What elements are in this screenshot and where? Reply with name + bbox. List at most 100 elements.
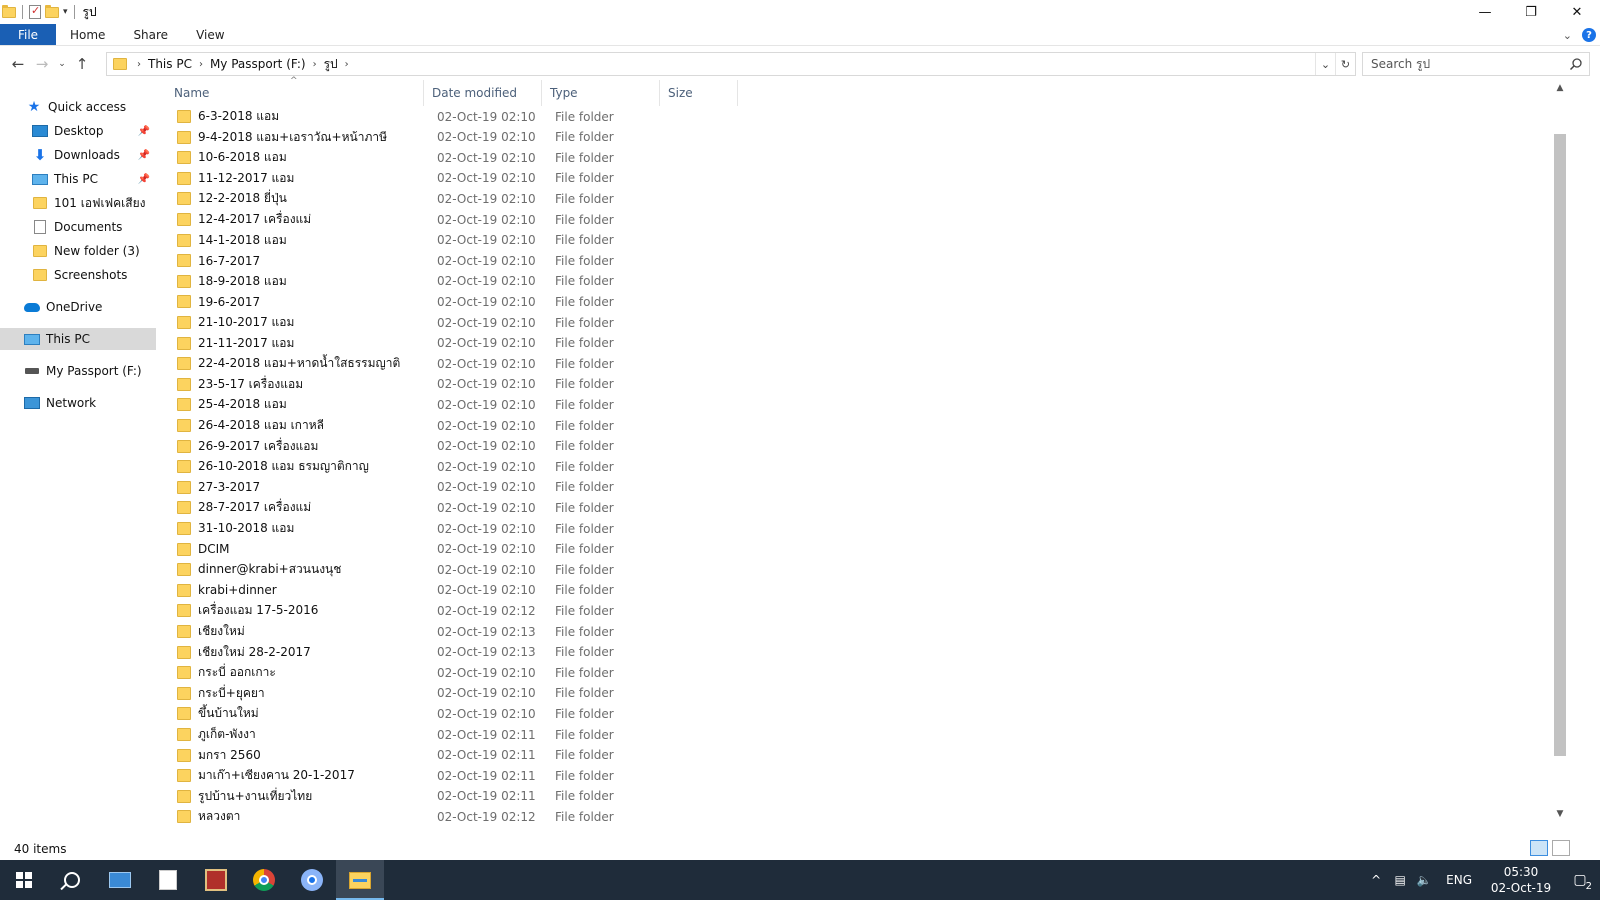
- file-name-cell[interactable]: 14-1-2018 แอม: [177, 231, 287, 250]
- close-button[interactable]: ✕: [1554, 0, 1600, 24]
- sidebar-item-downloads[interactable]: ⬇ Downloads 📌: [0, 144, 156, 166]
- table-row[interactable]: กระบี่ ออกเกาะ 02-Oct-19 02:10 File folder: [160, 662, 1550, 683]
- minimize-button[interactable]: —: [1462, 0, 1508, 24]
- file-name-cell[interactable]: 25-4-2018 แอม: [177, 395, 287, 414]
- table-row[interactable]: krabi+dinner 02-Oct-19 02:10 File folder: [160, 580, 1550, 601]
- file-name-cell[interactable]: 12-4-2017 เครื่องแม่: [177, 210, 311, 229]
- file-name-cell[interactable]: กระบี่+ยุคยา: [177, 684, 265, 703]
- file-name-cell[interactable]: dinner@krabi+สวนนงนุช: [177, 560, 341, 579]
- chevron-right-icon[interactable]: ›: [199, 59, 203, 70]
- vertical-scrollbar[interactable]: ▲ ▼: [1552, 80, 1568, 838]
- file-name-cell[interactable]: 28-7-2017 เครื่องแม่: [177, 498, 311, 517]
- table-row[interactable]: 9-4-2018 แอม+เอราวัณ+หน้าภาษี 02-Oct-19 0…: [160, 127, 1550, 148]
- file-name-cell[interactable]: หลวงตา: [177, 807, 240, 826]
- taskbar-app-game[interactable]: [192, 860, 240, 900]
- search-icon[interactable]: [1569, 57, 1583, 71]
- table-row[interactable]: 26-4-2018 แอม เกาหลี 02-Oct-19 02:10 File …: [160, 415, 1550, 436]
- file-name-cell[interactable]: ขึ้นบ้านใหม่: [177, 704, 259, 723]
- file-name-cell[interactable]: กระบี่ ออกเกาะ: [177, 663, 276, 682]
- forward-button[interactable]: →: [30, 52, 54, 76]
- sidebar-item-this-pc[interactable]: This PC: [0, 328, 156, 350]
- column-header-name[interactable]: Name: [166, 80, 424, 106]
- search-input[interactable]: [1371, 57, 1561, 71]
- sidebar-item-onedrive[interactable]: OneDrive: [0, 296, 156, 318]
- table-row[interactable]: รูปบ้าน+งานเที่ยวไทย 02-Oct-19 02:11 File …: [160, 786, 1550, 807]
- table-row[interactable]: 6-3-2018 แอม 02-Oct-19 02:10 File folder: [160, 106, 1550, 127]
- tab-view[interactable]: View: [182, 24, 238, 45]
- chevron-right-icon[interactable]: ›: [313, 59, 317, 70]
- tab-file[interactable]: File: [0, 24, 56, 45]
- table-row[interactable]: 27-3-2017 02-Oct-19 02:10 File folder: [160, 477, 1550, 498]
- table-row[interactable]: 18-9-2018 แอม 02-Oct-19 02:10 File folder: [160, 271, 1550, 292]
- file-name-cell[interactable]: 26-9-2017 เครื่องแอม: [177, 437, 318, 456]
- column-header-date-modified[interactable]: Date modified: [424, 80, 542, 106]
- taskbar-app-screen[interactable]: [96, 860, 144, 900]
- back-button[interactable]: ←: [6, 52, 30, 76]
- input-language[interactable]: ENG: [1436, 873, 1482, 887]
- address-bar[interactable]: › This PC › My Passport (F:) › รูป › ⌄ ↻: [106, 52, 1356, 76]
- taskbar-app-calculator[interactable]: [144, 860, 192, 900]
- customize-toolbar-dropdown-icon[interactable]: ▾: [63, 7, 68, 17]
- maximize-button[interactable]: ❐: [1508, 0, 1554, 24]
- sidebar-item-documents[interactable]: Documents: [0, 216, 156, 238]
- table-row[interactable]: ภูเก็ต-พังงา 02-Oct-19 02:11 File folder: [160, 724, 1550, 745]
- table-row[interactable]: 25-4-2018 แอม 02-Oct-19 02:10 File folder: [160, 394, 1550, 415]
- up-button[interactable]: ↑: [70, 52, 94, 76]
- sidebar-item-desktop[interactable]: Desktop 📌: [0, 120, 156, 142]
- new-folder-icon[interactable]: [45, 4, 59, 18]
- file-name-cell[interactable]: 23-5-17 เครื่องแอม: [177, 375, 303, 394]
- show-hidden-icons-chevron-icon[interactable]: ^: [1364, 860, 1388, 900]
- file-name-cell[interactable]: เชียงใหม่: [177, 622, 245, 641]
- file-name-cell[interactable]: ภูเก็ต-พังงา: [177, 725, 256, 744]
- column-header-type[interactable]: Type: [542, 80, 660, 106]
- file-name-cell[interactable]: 9-4-2018 แอม+เอราวัณ+หน้าภาษี: [177, 128, 387, 147]
- taskbar-app-chrome[interactable]: [240, 860, 288, 900]
- sidebar-item-sound-effects[interactable]: 101 เอฟเฟคเสียง: [0, 192, 156, 214]
- table-row[interactable]: 31-10-2018 แอม 02-Oct-19 02:10 File folder: [160, 518, 1550, 539]
- table-row[interactable]: 21-10-2017 แอม 02-Oct-19 02:10 File folder: [160, 312, 1550, 333]
- properties-icon[interactable]: [29, 4, 41, 19]
- file-name-cell[interactable]: 16-7-2017: [177, 254, 260, 268]
- table-row[interactable]: 21-11-2017 แอม 02-Oct-19 02:10 File folder: [160, 333, 1550, 354]
- taskbar-search-button[interactable]: [48, 860, 96, 900]
- expand-ribbon-chevron-icon[interactable]: ⌄: [1563, 29, 1572, 42]
- tab-share[interactable]: Share: [119, 24, 182, 45]
- scroll-down-icon[interactable]: ▼: [1552, 806, 1568, 822]
- table-row[interactable]: 28-7-2017 เครื่องแม่ 02-Oct-19 02:10 File …: [160, 497, 1550, 518]
- table-row[interactable]: เชียงใหม่ 02-Oct-19 02:13 File folder: [160, 621, 1550, 642]
- table-row[interactable]: 12-4-2017 เครื่องแม่ 02-Oct-19 02:10 File …: [160, 209, 1550, 230]
- sidebar-item-my-passport[interactable]: My Passport (F:): [0, 360, 156, 382]
- address-dropdown-chevron-icon[interactable]: ⌄: [1315, 53, 1335, 75]
- scroll-up-icon[interactable]: ▲: [1552, 80, 1568, 96]
- table-row[interactable]: 26-10-2018 แอม ธรมญาติกาญ 02-Oct-19 02:10…: [160, 456, 1550, 477]
- file-name-cell[interactable]: 10-6-2018 แอม: [177, 148, 287, 167]
- file-name-cell[interactable]: 21-10-2017 แอม: [177, 313, 294, 332]
- file-name-cell[interactable]: มกรา 2560: [177, 746, 261, 765]
- file-name-cell[interactable]: รูปบ้าน+งานเที่ยวไทย: [177, 787, 312, 806]
- table-row[interactable]: dinner@krabi+สวนนงนุช 02-Oct-19 02:10 File…: [160, 559, 1550, 580]
- recent-locations-chevron-icon[interactable]: ⌄: [54, 52, 70, 76]
- file-name-cell[interactable]: 11-12-2017 แอม: [177, 169, 294, 188]
- breadcrumb-my-passport[interactable]: My Passport (F:): [210, 57, 306, 71]
- sidebar-item-network[interactable]: Network: [0, 392, 156, 414]
- table-row[interactable]: กระบี่+ยุคยา 02-Oct-19 02:10 File folder: [160, 683, 1550, 704]
- chevron-right-icon[interactable]: ›: [345, 59, 349, 70]
- sidebar-item-this-pc-pinned[interactable]: This PC 📌: [0, 168, 156, 190]
- chevron-right-icon[interactable]: ›: [137, 59, 141, 70]
- table-row[interactable]: เชียงใหม่ 28-2-2017 02-Oct-19 02:13 File f…: [160, 642, 1550, 663]
- breadcrumb-this-pc[interactable]: This PC: [148, 57, 192, 71]
- table-row[interactable]: 26-9-2017 เครื่องแอม 02-Oct-19 02:10 File …: [160, 436, 1550, 457]
- table-row[interactable]: 11-12-2017 แอม 02-Oct-19 02:10 File folder: [160, 168, 1550, 189]
- sidebar-item-screenshots[interactable]: Screenshots: [0, 264, 156, 286]
- table-row[interactable]: 23-5-17 เครื่องแอม 02-Oct-19 02:10 File fo…: [160, 374, 1550, 395]
- sidebar-item-quick-access[interactable]: ★ Quick access: [0, 96, 156, 118]
- table-row[interactable]: DCIM 02-Oct-19 02:10 File folder: [160, 539, 1550, 560]
- file-name-cell[interactable]: 26-10-2018 แอม ธรมญาติกาญ: [177, 457, 369, 476]
- table-row[interactable]: 14-1-2018 แอม 02-Oct-19 02:10 File folder: [160, 230, 1550, 251]
- tab-home[interactable]: Home: [56, 24, 119, 45]
- file-name-cell[interactable]: DCIM: [177, 542, 230, 556]
- file-name-cell[interactable]: 27-3-2017: [177, 480, 260, 494]
- sidebar-item-new-folder-3[interactable]: New folder (3): [0, 240, 156, 262]
- scrollbar-thumb[interactable]: [1554, 134, 1566, 756]
- breadcrumb-current-folder[interactable]: รูป: [324, 55, 338, 74]
